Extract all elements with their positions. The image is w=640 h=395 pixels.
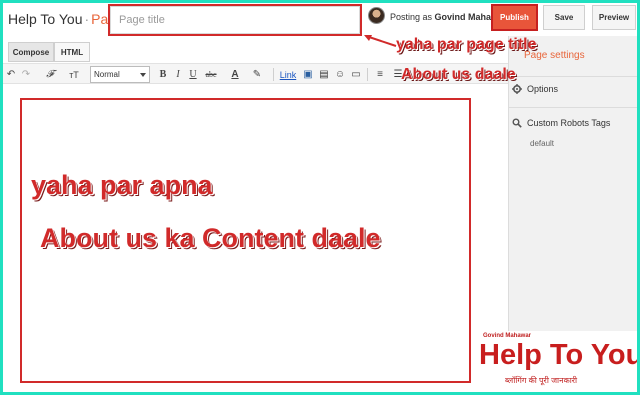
format-value: Normal	[94, 70, 120, 79]
font-size-icon[interactable]: тT	[63, 67, 85, 82]
annotation-arrow	[364, 35, 397, 47]
robots-tags-value: default	[530, 139, 555, 148]
annotation-title-hint: yaha par page title	[396, 36, 537, 53]
align-icon[interactable]: ≡	[373, 67, 387, 82]
content-editor[interactable]: yaha par apna About us ka Content daale	[20, 98, 471, 383]
page-title-field	[108, 4, 362, 36]
posting-as: Posting as Govind Mahawar	[390, 12, 507, 22]
posting-prefix: Posting as	[390, 12, 433, 22]
tab-compose[interactable]: Compose	[8, 42, 54, 62]
content-text-line-2: About us ka Content daale	[40, 223, 381, 253]
breadcrumb: Help To You·Page	[8, 11, 124, 27]
sidebar-item-custom-robots[interactable]: Custom Robots Tags	[512, 118, 610, 128]
redo-icon[interactable]: ↷	[20, 67, 32, 82]
logo-main-text: Help To You	[479, 339, 640, 371]
italic-button[interactable]: I	[172, 67, 184, 82]
video-icon[interactable]: ▤	[318, 67, 330, 82]
avatar[interactable]	[368, 7, 385, 24]
strikethrough-button[interactable]: abc	[201, 67, 221, 82]
sidebar-divider	[509, 107, 637, 108]
breadcrumb-separator: ·	[84, 11, 90, 27]
format-select[interactable]: Normal	[90, 66, 150, 83]
gear-icon	[512, 84, 522, 94]
image-icon[interactable]: ▣	[302, 67, 314, 82]
sidebar-item-label: Custom Robots Tags	[527, 118, 611, 128]
bold-button[interactable]: B	[157, 67, 169, 82]
text-color-button[interactable]: A	[227, 67, 243, 82]
sidebar-item-label: Options	[527, 84, 559, 94]
publish-button[interactable]: Publish	[491, 4, 538, 31]
toolbar-divider	[367, 68, 368, 81]
jump-break-icon[interactable]: ▭	[350, 67, 362, 82]
search-icon	[512, 118, 522, 128]
save-button[interactable]: Save	[543, 5, 585, 30]
toolbar-divider	[273, 68, 274, 81]
highlight-icon[interactable]: ✎	[249, 67, 265, 82]
logo-tagline: ब्लॉगिंग की पूरी जानकारी	[505, 376, 578, 385]
sidebar-item-options[interactable]: Options	[512, 84, 558, 94]
font-family-icon[interactable]: 𝓕	[41, 67, 59, 82]
emoji-icon[interactable]: ☺	[334, 67, 346, 82]
chevron-down-icon	[140, 73, 146, 77]
help-to-you-logo: Govind Mahawar Help To You ब्लॉगिंग की प…	[475, 331, 640, 392]
underline-button[interactable]: U	[187, 67, 199, 82]
link-button[interactable]: Link	[279, 67, 297, 82]
sidebar-divider	[509, 76, 637, 77]
preview-button[interactable]: Preview	[592, 5, 636, 30]
content-text-line-1: yaha par apna	[31, 170, 213, 200]
annotation-about-hint: About us daale	[401, 66, 516, 83]
page-title-input[interactable]	[110, 6, 360, 34]
undo-icon[interactable]: ↶	[5, 67, 17, 82]
blog-name[interactable]: Help To You	[8, 11, 82, 27]
tab-html[interactable]: HTML	[54, 42, 90, 62]
